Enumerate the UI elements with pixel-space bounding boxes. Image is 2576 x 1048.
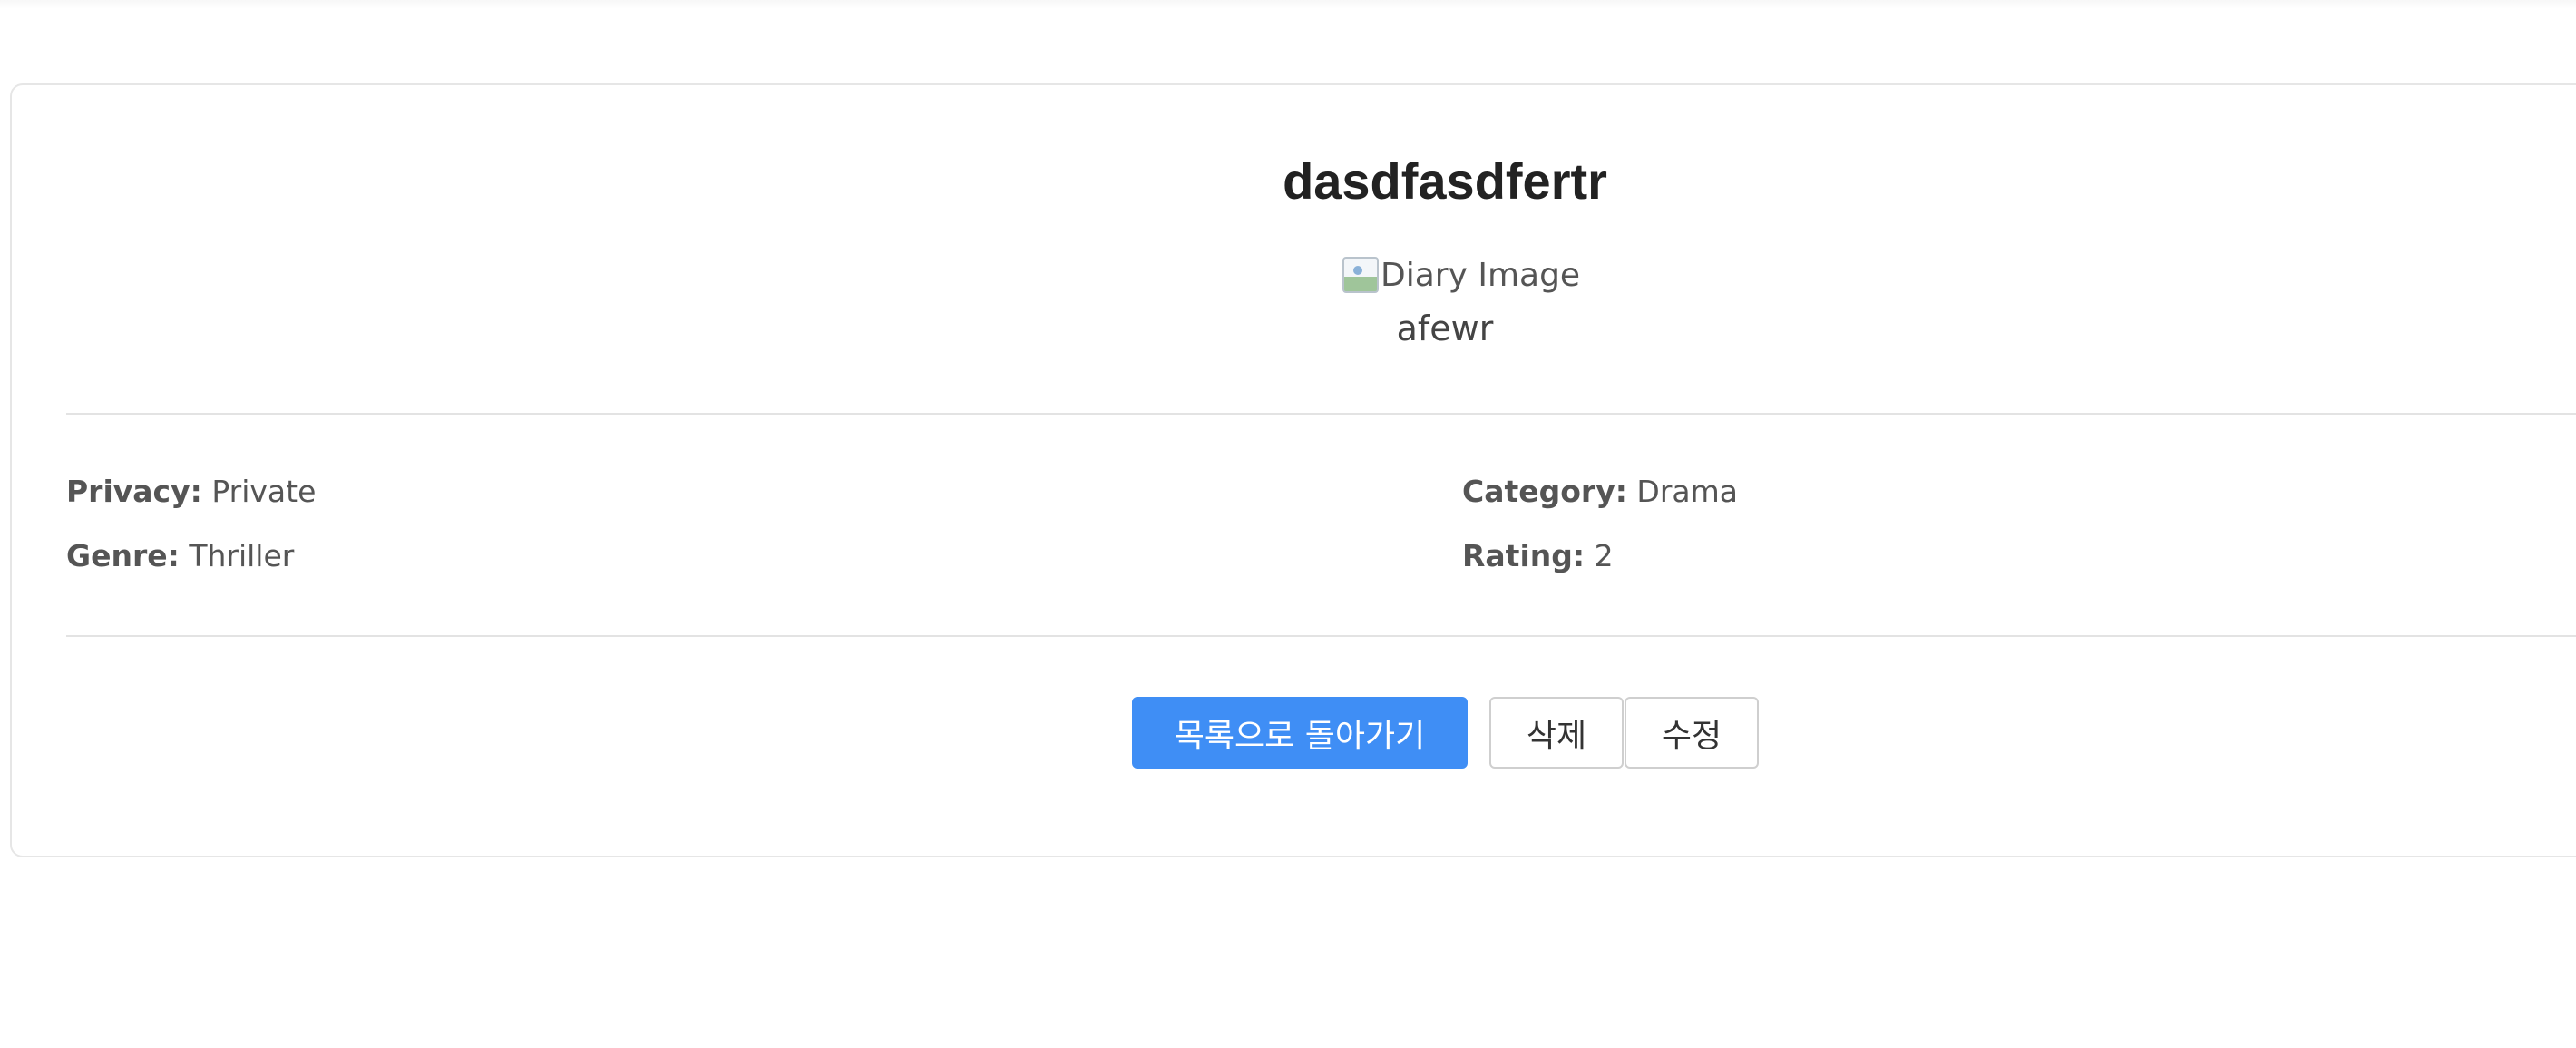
diary-content: afewr bbox=[1396, 309, 1494, 348]
edit-button[interactable]: 수정 bbox=[1625, 697, 1759, 769]
genre-row: Genre: Thriller bbox=[66, 538, 294, 573]
diary-title: dasdfasdfertr bbox=[1283, 152, 1607, 210]
privacy-label: Privacy: bbox=[66, 474, 202, 509]
category-value: Drama bbox=[1636, 474, 1738, 509]
privacy-value: Private bbox=[211, 474, 317, 509]
privacy-row: Privacy: Private bbox=[66, 474, 316, 509]
rating-value: 2 bbox=[1594, 538, 1614, 573]
diary-image-alt-text: Diary Image bbox=[1381, 256, 1581, 294]
broken-image-icon bbox=[1342, 257, 1379, 293]
category-row: Category: Drama bbox=[1462, 474, 1738, 509]
rating-row: Rating: 2 bbox=[1462, 538, 1614, 573]
divider-top bbox=[66, 413, 2576, 415]
genre-value: Thriller bbox=[189, 538, 295, 573]
genre-label: Genre: bbox=[66, 538, 180, 573]
diary-image: Diary Image bbox=[1342, 254, 1580, 296]
divider-bottom bbox=[66, 635, 2576, 637]
top-bar-shadow bbox=[0, 0, 2576, 9]
rating-label: Rating: bbox=[1462, 538, 1586, 573]
category-label: Category: bbox=[1462, 474, 1627, 509]
back-to-list-button[interactable]: 목록으로 돌아가기 bbox=[1132, 697, 1468, 769]
delete-button[interactable]: 삭제 bbox=[1489, 697, 1624, 769]
diary-detail-card: dasdfasdfertr Diary Image afewr Privacy:… bbox=[10, 83, 2576, 857]
